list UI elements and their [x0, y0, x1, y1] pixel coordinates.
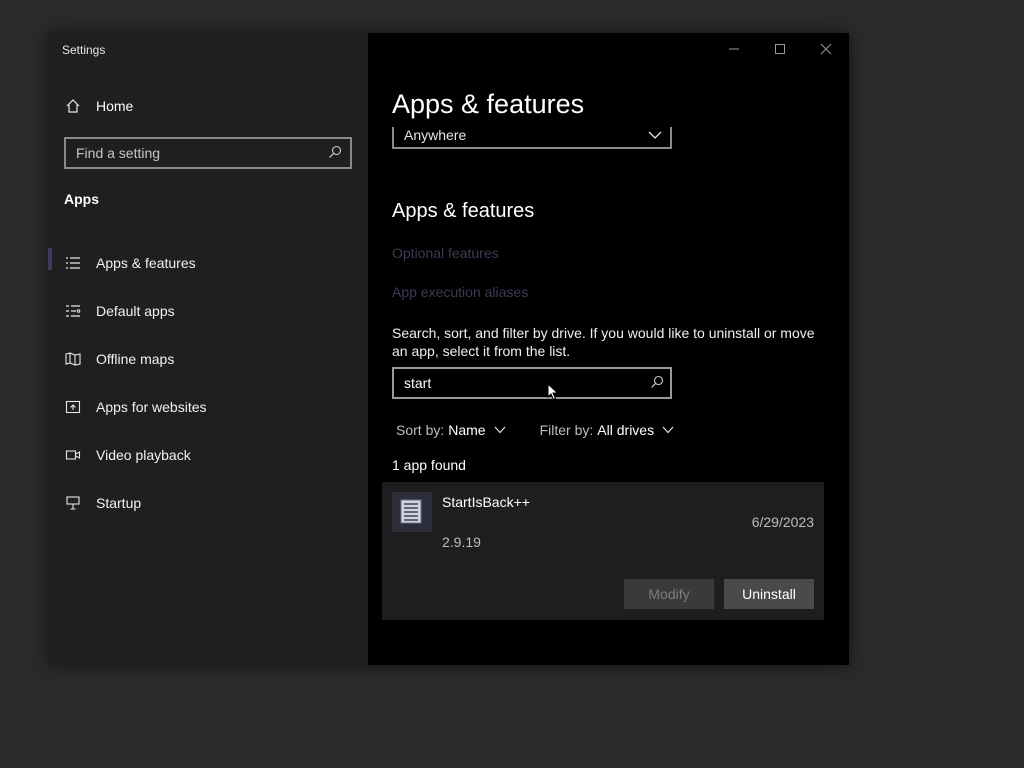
maximize-icon: [775, 44, 785, 54]
video-icon: [64, 446, 82, 464]
page-title: Apps & features: [392, 89, 585, 119]
home-label: Home: [96, 98, 134, 114]
caption-buttons: [711, 33, 849, 65]
filter-value: All drives: [597, 422, 655, 438]
sidebar-item-label: Apps for websites: [96, 399, 207, 415]
sort-label: Sort by:: [396, 422, 445, 438]
modify-button[interactable]: Modify: [624, 579, 714, 609]
maximize-button[interactable]: [757, 33, 803, 65]
map-icon: [64, 350, 82, 368]
install-source-dropdown[interactable]: Anywhere: [392, 127, 672, 149]
chevron-down-icon: [648, 127, 662, 143]
section-title: Apps & features: [392, 200, 535, 222]
open-in-window-icon: [64, 398, 82, 416]
search-icon: [650, 375, 664, 392]
minimize-icon: [729, 48, 739, 50]
app-execution-aliases-link[interactable]: App execution aliases: [392, 284, 528, 300]
sidebar-item-startup[interactable]: Startup: [48, 479, 368, 527]
app-icon: [392, 492, 432, 532]
default-apps-icon: [64, 302, 82, 320]
sidebar-item-label: Startup: [96, 495, 142, 511]
app-search-value: start: [404, 375, 432, 391]
app-version: 2.9.19: [442, 534, 481, 550]
app-install-date: 6/29/2023: [751, 514, 814, 530]
nav-home[interactable]: Home: [48, 91, 368, 121]
sort-filter-row: Sort by: Name Filter by: All drives: [396, 422, 708, 438]
description-text: Search, sort, and filter by drive. If yo…: [392, 325, 815, 359]
settings-window: Settings Home Find a setting Apps Apps &…: [48, 33, 849, 665]
results-count: 1 app found: [392, 457, 466, 473]
home-icon: [64, 97, 82, 115]
sidebar-item-video-playback[interactable]: Video playback: [48, 431, 368, 479]
sidebar-item-label: Default apps: [96, 303, 175, 319]
section-label-apps: Apps: [64, 191, 99, 207]
list-icon: [64, 254, 82, 272]
mouse-cursor-icon: [547, 382, 559, 406]
close-button[interactable]: [803, 33, 849, 65]
sidebar-item-label: Apps & features: [96, 255, 196, 271]
sort-by-dropdown[interactable]: Sort by: Name: [396, 422, 506, 438]
chevron-down-icon: [494, 426, 506, 434]
close-icon: [820, 43, 832, 55]
main-content: Apps & features Anywhere Apps & features…: [368, 33, 849, 665]
app-name: StartIsBack++: [442, 494, 530, 510]
optional-features-link[interactable]: Optional features: [392, 245, 499, 261]
filter-by-dropdown[interactable]: Filter by: All drives: [540, 422, 674, 438]
sidebar: Settings Home Find a setting Apps Apps &…: [48, 33, 368, 665]
sidebar-item-offline-maps[interactable]: Offline maps: [48, 335, 368, 383]
sidebar-item-label: Offline maps: [96, 351, 175, 367]
filter-label: Filter by:: [539, 422, 594, 438]
startup-icon: [64, 494, 82, 512]
app-search-input[interactable]: start: [392, 367, 672, 399]
sidebar-item-apps-for-websites[interactable]: Apps for websites: [48, 383, 368, 431]
nav-list: Apps & features Default apps Offline map…: [48, 239, 368, 527]
window-title: Settings: [62, 43, 106, 57]
chevron-down-icon: [662, 426, 674, 434]
sidebar-item-default-apps[interactable]: Default apps: [48, 287, 368, 335]
search-icon: [328, 145, 342, 162]
sort-value: Name: [448, 422, 486, 438]
sidebar-item-label: Video playback: [96, 447, 191, 463]
app-list-item[interactable]: StartIsBack++ 6/29/2023 2.9.19 Modify Un…: [382, 482, 824, 620]
install-source-value: Anywhere: [404, 127, 467, 143]
uninstall-button[interactable]: Uninstall: [724, 579, 814, 609]
find-setting-input[interactable]: Find a setting: [64, 137, 352, 169]
find-setting-placeholder: Find a setting: [76, 145, 161, 161]
sidebar-item-apps-features[interactable]: Apps & features: [48, 239, 368, 287]
minimize-button[interactable]: [711, 33, 757, 65]
